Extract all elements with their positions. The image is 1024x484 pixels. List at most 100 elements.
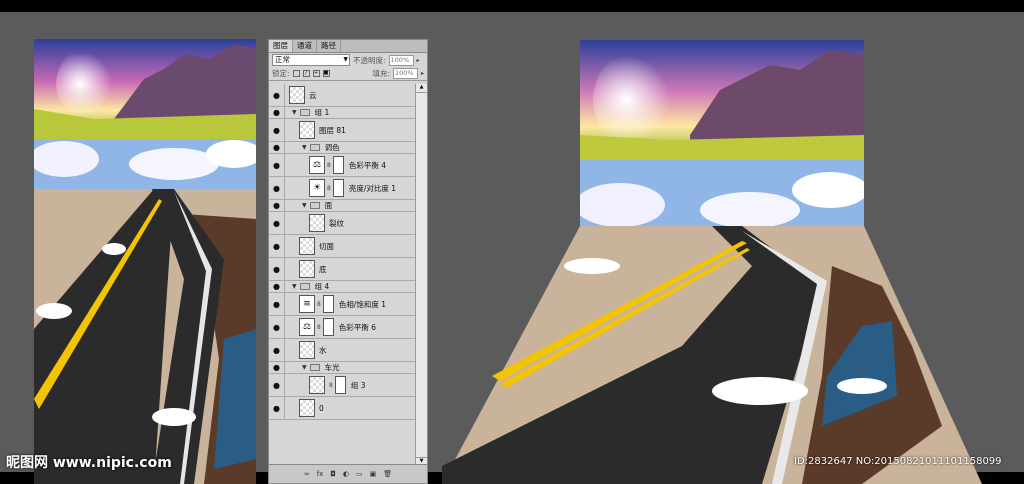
layer-mask-thumbnail[interactable]	[334, 376, 346, 394]
mask-link-icon[interactable]: 8	[327, 162, 331, 169]
layer-name: 车光	[324, 363, 340, 372]
group-expand-icon[interactable]: ▼	[292, 283, 297, 290]
visibility-eye-icon[interactable]: ●	[269, 293, 285, 315]
layer-row[interactable]: ● ▼ 车光	[269, 362, 416, 374]
tab-paths[interactable]: 路径	[317, 40, 341, 52]
folder-icon	[309, 144, 320, 151]
fill-label: 填充:	[372, 69, 390, 78]
layer-row[interactable]: ● 切面	[269, 235, 416, 258]
visibility-eye-icon[interactable]: ●	[269, 339, 285, 361]
balance-icon: ⚖	[309, 156, 325, 174]
layer-row[interactable]: ● ⚖ 8 色彩平衡 4	[269, 154, 416, 177]
layer-row[interactable]: ● 0	[269, 397, 416, 420]
layer-row[interactable]: ● ▼ 面	[269, 200, 416, 212]
layer-name: 云	[309, 90, 317, 100]
opacity-dropdown-icon[interactable]: ▸	[417, 57, 420, 64]
fill-input[interactable]: 100%	[392, 68, 418, 79]
layer-row[interactable]: ● ▼ 组 1	[269, 107, 416, 119]
chevron-down-icon: ▼	[343, 56, 348, 63]
hue-saturation-icon: ≡	[299, 295, 315, 313]
visibility-eye-icon[interactable]: ●	[269, 397, 285, 419]
visibility-eye-icon[interactable]: ●	[269, 119, 285, 141]
layer-mask-thumbnail[interactable]	[322, 318, 334, 336]
layer-row[interactable]: ● 8 组 3	[269, 374, 416, 397]
new-layer-icon[interactable]: ▣	[370, 470, 377, 478]
layer-style-icon[interactable]: fx	[317, 470, 324, 478]
fill-dropdown-icon[interactable]: ▸	[421, 70, 424, 77]
layer-name: 调色	[324, 143, 340, 152]
lock-transparent-icon[interactable]	[292, 70, 300, 77]
layer-name: 水	[319, 345, 327, 355]
layer-mask-thumbnail[interactable]	[322, 295, 334, 313]
layer-row[interactable]: ● ☀ 8 亮度/对比度 1	[269, 177, 416, 200]
visibility-eye-icon[interactable]: ●	[269, 281, 285, 292]
layer-row[interactable]: ● ▼ 调色	[269, 142, 416, 154]
new-group-icon[interactable]: ▭	[356, 470, 363, 478]
link-layers-icon[interactable]: ∞	[304, 470, 310, 478]
folder-icon	[309, 202, 320, 209]
visibility-eye-icon[interactable]: ●	[269, 84, 285, 106]
layer-name: 裂纹	[329, 218, 344, 228]
group-expand-icon[interactable]: ▼	[302, 144, 307, 151]
layer-thumbnail	[299, 260, 315, 278]
mask-link-icon[interactable]: 8	[317, 324, 321, 331]
tab-channels[interactable]: 通道	[293, 40, 317, 52]
artwork-left-image	[34, 39, 256, 484]
layer-row[interactable]: ● ≡ 8 色相/饱和度 1	[269, 293, 416, 316]
lock-brush-icon[interactable]: /	[302, 70, 310, 77]
visibility-eye-icon[interactable]: ●	[269, 107, 285, 118]
add-mask-icon[interactable]: ◘	[330, 470, 336, 478]
blend-mode-select[interactable]: 正常 ▼	[272, 54, 350, 66]
lock-move-icon[interactable]: +	[312, 70, 320, 77]
layer-row[interactable]: ● ⚖ 8 色彩平衡 6	[269, 316, 416, 339]
opacity-label: 不透明度:	[353, 55, 386, 65]
tab-layers[interactable]: 图层	[269, 40, 293, 52]
delete-layer-icon[interactable]: 🗑	[383, 470, 392, 478]
artwork-right-floor-image	[442, 226, 982, 484]
visibility-eye-icon[interactable]: ●	[269, 374, 285, 396]
visibility-eye-icon[interactable]: ●	[269, 177, 285, 199]
layer-row[interactable]: ● 水	[269, 339, 416, 362]
artwork-left-preview	[34, 39, 256, 484]
opacity-input[interactable]: 100%	[388, 54, 414, 66]
layer-name: 底	[319, 264, 327, 274]
artwork-right-wall	[580, 40, 864, 228]
watermark-right: ID:2832647 NO:20150821011101158099	[794, 456, 1002, 467]
group-expand-icon[interactable]: ▼	[302, 202, 307, 209]
mask-link-icon[interactable]: 8	[327, 185, 331, 192]
visibility-eye-icon[interactable]: ●	[269, 235, 285, 257]
balance-icon: ⚖	[299, 318, 315, 336]
new-adjustment-icon[interactable]: ◐	[343, 470, 349, 478]
folder-icon	[309, 364, 320, 371]
layer-row[interactable]: ● 云	[269, 84, 416, 107]
visibility-eye-icon[interactable]: ●	[269, 362, 285, 373]
group-expand-icon[interactable]: ▼	[292, 109, 297, 116]
layer-mask-thumbnail[interactable]	[332, 156, 344, 174]
visibility-eye-icon[interactable]: ●	[269, 142, 285, 153]
layer-mask-thumbnail[interactable]	[332, 179, 344, 197]
visibility-eye-icon[interactable]: ●	[269, 258, 285, 280]
lock-all-icon[interactable]: ■	[322, 70, 330, 77]
visibility-eye-icon[interactable]: ●	[269, 154, 285, 176]
layer-name: 图层 81	[319, 125, 346, 135]
visibility-eye-icon[interactable]: ●	[269, 200, 285, 211]
layer-name: 面	[324, 201, 333, 210]
layer-thumbnail	[299, 399, 315, 417]
layer-row[interactable]: ● ▼ 组 4	[269, 281, 416, 293]
layer-thumbnail	[299, 341, 315, 359]
layer-thumbnail	[309, 214, 325, 232]
mask-link-icon[interactable]: 8	[329, 382, 333, 389]
layer-name: 组 4	[314, 282, 330, 291]
blend-mode-value: 正常	[275, 55, 290, 64]
layer-row[interactable]: ● 图层 81	[269, 119, 416, 142]
layer-row[interactable]: ● 底	[269, 258, 416, 281]
scroll-up-icon[interactable]: ▲	[416, 84, 427, 93]
layers-panel: 图层 通道 路径 正常 ▼ 不透明度: 100% ▸ 锁定: / + ■ 填充:…	[268, 39, 428, 484]
layers-scrollbar[interactable]: ▲ ▼	[415, 84, 427, 466]
visibility-eye-icon[interactable]: ●	[269, 316, 285, 338]
artwork-right-floor	[442, 226, 982, 484]
layer-row[interactable]: ● 裂纹	[269, 212, 416, 235]
group-expand-icon[interactable]: ▼	[302, 364, 307, 371]
visibility-eye-icon[interactable]: ●	[269, 212, 285, 234]
mask-link-icon[interactable]: 8	[317, 301, 321, 308]
